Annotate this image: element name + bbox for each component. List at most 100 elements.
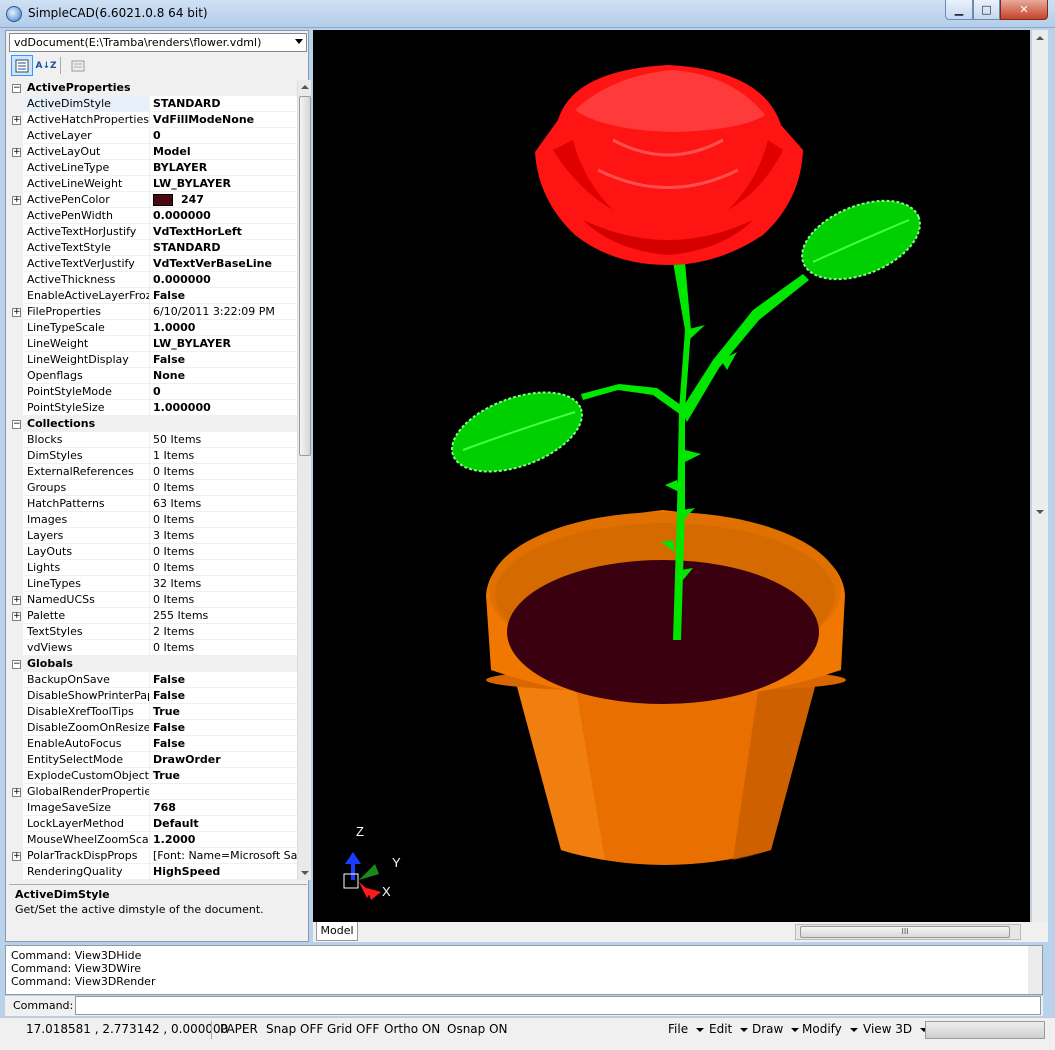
property-row[interactable]: ActiveLineWeight LW_BYLAYER [9, 176, 297, 192]
property-value[interactable]: VdFillModeNone [150, 112, 297, 128]
property-row[interactable]: LineTypes 32 Items [9, 576, 297, 592]
property-value[interactable]: False [150, 352, 297, 368]
scrollbar-thumb[interactable] [299, 96, 311, 456]
property-value[interactable]: 0 [150, 384, 297, 400]
snap-toggle[interactable]: Snap OFF [266, 1022, 323, 1036]
property-row[interactable]: EnableAutoFocus False [9, 736, 297, 752]
property-value[interactable]: BYLAYER [150, 160, 297, 176]
alphabetical-button[interactable]: A↓Z [35, 55, 57, 76]
property-value[interactable]: [Font: Name=Microsoft Sans [150, 848, 297, 864]
categorized-button[interactable] [11, 55, 33, 76]
property-row[interactable]: EnableActiveLayerFrozenFalse [9, 288, 297, 304]
property-row[interactable]: + ActiveLayOut Model [9, 144, 297, 160]
property-row[interactable]: Images 0 Items [9, 512, 297, 528]
property-row[interactable]: + ActivePenColor 247 [9, 192, 297, 208]
expand-icon[interactable]: + [12, 788, 21, 797]
property-value[interactable]: False [150, 688, 297, 704]
property-row[interactable]: + PolarTrackDispProps [Font: Name=Microsof… [9, 848, 297, 864]
property-grid-scrollbar[interactable] [297, 80, 311, 880]
property-row[interactable]: LineWeight LW_BYLAYER [9, 336, 297, 352]
property-row[interactable]: LineWeightDisplay False [9, 352, 297, 368]
property-value[interactable]: DrawOrder [150, 752, 297, 768]
property-row[interactable]: PointStyleMode 0 [9, 384, 297, 400]
property-value[interactable]: 2 Items [150, 624, 297, 640]
property-row[interactable]: Groups 0 Items [9, 480, 297, 496]
property-row[interactable]: LockLayerMethod Default [9, 816, 297, 832]
collapse-icon[interactable]: − [12, 420, 21, 429]
property-value[interactable] [150, 784, 297, 800]
menu-edit[interactable]: Edit [709, 1022, 748, 1036]
property-value[interactable]: 0 Items [150, 464, 297, 480]
property-category[interactable]: − Collections [9, 416, 297, 432]
property-row[interactable]: Openflags None [9, 368, 297, 384]
property-value[interactable]: 6/10/2011 3:22:09 PM [150, 304, 297, 320]
property-row[interactable]: ActiveTextStyle STANDARD [9, 240, 297, 256]
expand-icon[interactable]: + [12, 196, 21, 205]
property-row[interactable]: ImageSaveSize 768 [9, 800, 297, 816]
property-value[interactable]: 0.000000 [150, 208, 297, 224]
property-row[interactable]: + NamedUCSs 0 Items [9, 592, 297, 608]
property-row[interactable]: ActiveDimStyle STANDARD [9, 96, 297, 112]
command-input[interactable] [75, 996, 1041, 1015]
property-value[interactable]: 50 Items [150, 432, 297, 448]
property-row[interactable]: ActiveThickness 0.000000 [9, 272, 297, 288]
osnap-toggle[interactable]: Osnap ON [447, 1022, 508, 1036]
property-value[interactable]: 0 Items [150, 480, 297, 496]
property-value[interactable]: 0 Items [150, 544, 297, 560]
property-value[interactable]: 768 [150, 800, 297, 816]
property-value[interactable]: True [150, 704, 297, 720]
property-value[interactable]: STANDARD [150, 240, 297, 256]
property-value[interactable]: 247 [150, 192, 297, 208]
property-value[interactable]: False [150, 672, 297, 688]
property-row[interactable]: vdViews 0 Items [9, 640, 297, 656]
ortho-toggle[interactable]: Ortho ON [384, 1022, 440, 1036]
tab-model[interactable]: Model [316, 922, 358, 941]
property-row[interactable]: ActiveLayer 0 [9, 128, 297, 144]
drawing-viewport[interactable]: Z Y X [313, 30, 1030, 922]
property-row[interactable]: Blocks 50 Items [9, 432, 297, 448]
property-value[interactable]: HighSpeed [150, 864, 297, 880]
property-value[interactable]: 32 Items [150, 576, 297, 592]
property-row[interactable]: RenderingQuality HighSpeed [9, 864, 297, 880]
property-row[interactable]: ExplodeCustomObjectsOrTrue [9, 768, 297, 784]
paper-toggle[interactable]: PAPER [220, 1022, 258, 1036]
property-value[interactable]: 0 Items [150, 512, 297, 528]
property-value[interactable]: 0 Items [150, 640, 297, 656]
document-selector[interactable]: vdDocument(E:\Tramba\renders\flower.vdml… [9, 33, 307, 52]
property-row[interactable]: DimStyles 1 Items [9, 448, 297, 464]
property-row[interactable]: + ActiveHatchProperties VdFillModeNone [9, 112, 297, 128]
property-value[interactable]: 0 Items [150, 592, 297, 608]
property-value[interactable]: 1.2000 [150, 832, 297, 848]
property-row[interactable]: DisableXrefToolTips True [9, 704, 297, 720]
property-value[interactable]: 3 Items [150, 528, 297, 544]
property-value[interactable]: 0.000000 [150, 272, 297, 288]
property-value[interactable]: 255 Items [150, 608, 297, 624]
property-value[interactable]: 0 Items [150, 560, 297, 576]
property-row[interactable]: DisableZoomOnResize False [9, 720, 297, 736]
property-value[interactable]: True [150, 768, 297, 784]
property-row[interactable]: ActiveTextHorJustify VdTextHorLeft [9, 224, 297, 240]
property-row[interactable]: EntitySelectMode DrawOrder [9, 752, 297, 768]
property-row[interactable]: BackupOnSave False [9, 672, 297, 688]
menu-draw[interactable]: Draw [752, 1022, 799, 1036]
expand-icon[interactable]: + [12, 116, 21, 125]
property-value[interactable]: None [150, 368, 297, 384]
property-value[interactable]: False [150, 720, 297, 736]
scroll-down-icon[interactable] [301, 871, 309, 875]
property-grid[interactable]: − ActiveProperties ActiveDimStyle STANDARD +… [9, 80, 297, 880]
command-history-scrollbar[interactable] [1028, 946, 1042, 994]
viewport-horizontal-scrollbar[interactable]: III [795, 924, 1021, 940]
property-row[interactable]: TextStyles 2 Items [9, 624, 297, 640]
property-value[interactable]: 63 Items [150, 496, 297, 512]
menu-file[interactable]: File [668, 1022, 704, 1036]
property-value[interactable]: LW_BYLAYER [150, 176, 297, 192]
property-row[interactable]: PointStyleSize 1.000000 [9, 400, 297, 416]
property-pages-button[interactable] [67, 55, 89, 76]
grid-toggle[interactable]: Grid OFF [327, 1022, 379, 1036]
expand-icon[interactable]: + [12, 852, 21, 861]
viewport-vertical-scrollbar[interactable] [1031, 30, 1048, 922]
property-row[interactable]: DisableShowPrinterPaperFalse [9, 688, 297, 704]
property-row[interactable]: ExternalReferences 0 Items [9, 464, 297, 480]
property-value[interactable]: LW_BYLAYER [150, 336, 297, 352]
property-row[interactable]: Layers 3 Items [9, 528, 297, 544]
